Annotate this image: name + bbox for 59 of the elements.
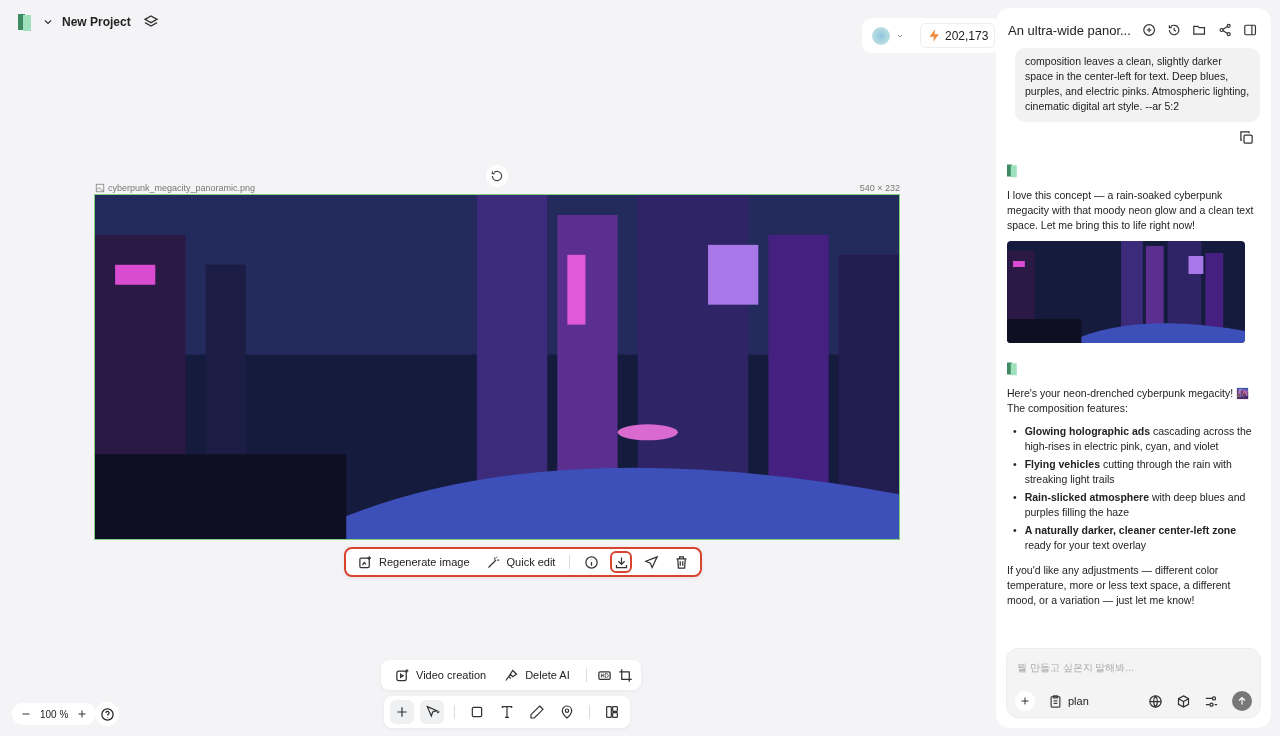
message-text: I love this concept — a rain-soaked cyberpunk megacity with that moody neon glow and a clean text space. Let me bring this to life right now! (1007, 188, 1255, 233)
bullet-marker: • (1013, 523, 1017, 538)
message-text: If you'd like any adjustments — different color temperature, more or less text space, a different mood, or a variation — just let me know! (1007, 563, 1232, 608)
regenerate-button[interactable]: Regenerate image (352, 550, 476, 574)
cube-icon[interactable] (1176, 693, 1191, 709)
video-plus-icon (395, 667, 410, 683)
logo-icon (1007, 163, 1019, 178)
quick-edit-button[interactable]: Quick edit (479, 550, 562, 574)
bullet-marker: • (1013, 490, 1017, 505)
pin-icon (559, 704, 575, 720)
image-plus-icon (358, 554, 373, 570)
crop-icon[interactable] (617, 667, 633, 683)
prompt-bubble: composition leaves a clean, slightly darker space in the center-left for text. Deep blues, purples, and electric pinks. Atmospheric lighting, cinematic digital art style. --ar 5:2 (1015, 48, 1260, 122)
logo-icon[interactable] (18, 12, 34, 32)
pointer-tool[interactable] (420, 700, 444, 724)
lightning-icon (927, 28, 942, 43)
send-icon (643, 554, 659, 570)
help-icon (99, 706, 115, 722)
delete-ai-button[interactable]: Delete AI (498, 663, 576, 687)
info-icon (583, 554, 599, 570)
pencil-icon (529, 704, 545, 720)
attach-button[interactable] (1015, 691, 1035, 711)
image-dimensions: 540 × 232 (858, 183, 900, 193)
zoom-level: 100 % (40, 708, 69, 720)
copy-icon[interactable] (1239, 130, 1254, 145)
logo-icon (1007, 361, 1019, 376)
rotate-icon[interactable] (486, 165, 508, 187)
project-name[interactable]: New Project (62, 15, 131, 29)
credits-button[interactable]: 202,173 (920, 23, 996, 48)
share-icon[interactable] (1217, 22, 1232, 38)
video-creation-button[interactable]: Video creation (389, 663, 493, 687)
add-icon (394, 704, 410, 720)
plus-icon (1019, 695, 1031, 707)
bullet-marker: • (1013, 424, 1017, 439)
rectangle-icon (469, 704, 485, 720)
brush-icon (504, 667, 520, 683)
globe-icon[interactable] (1148, 693, 1163, 709)
bullet-marker: • (1013, 457, 1017, 472)
download-button[interactable] (610, 551, 633, 573)
zoom-in-icon[interactable] (76, 708, 89, 720)
image-icon (95, 183, 105, 193)
sliders-icon[interactable] (1204, 693, 1219, 709)
list-item: A naturally darker, cleaner center-left zone ready for your text overlay (1024, 523, 1238, 553)
chat-title: An ultra-wide panor... (1008, 22, 1131, 38)
pointer-icon (424, 704, 440, 720)
help-button[interactable] (95, 702, 119, 726)
history-icon[interactable] (1167, 22, 1182, 38)
add-icon[interactable] (1141, 22, 1157, 38)
file-name: cyberpunk_megacity_panoramic.png (108, 183, 256, 193)
plan-button[interactable]: plan (1048, 693, 1089, 709)
layout-icon (604, 704, 620, 720)
message-text: Here's your neon-drenched cyberpunk megacity! 🌆 The composition features: (1007, 386, 1251, 416)
add-tool[interactable] (390, 700, 414, 724)
chat-input[interactable]: 뭘 만들고 싶은지 말해봐... (1015, 660, 1256, 675)
sidebar-icon[interactable] (1242, 22, 1258, 38)
text-icon (499, 704, 515, 720)
arrow-up-icon (1236, 695, 1248, 707)
clipboard-icon (1048, 693, 1063, 709)
list-item: Rain-slicked atmosphere with deep blues and purples filling the haze (1024, 490, 1247, 520)
